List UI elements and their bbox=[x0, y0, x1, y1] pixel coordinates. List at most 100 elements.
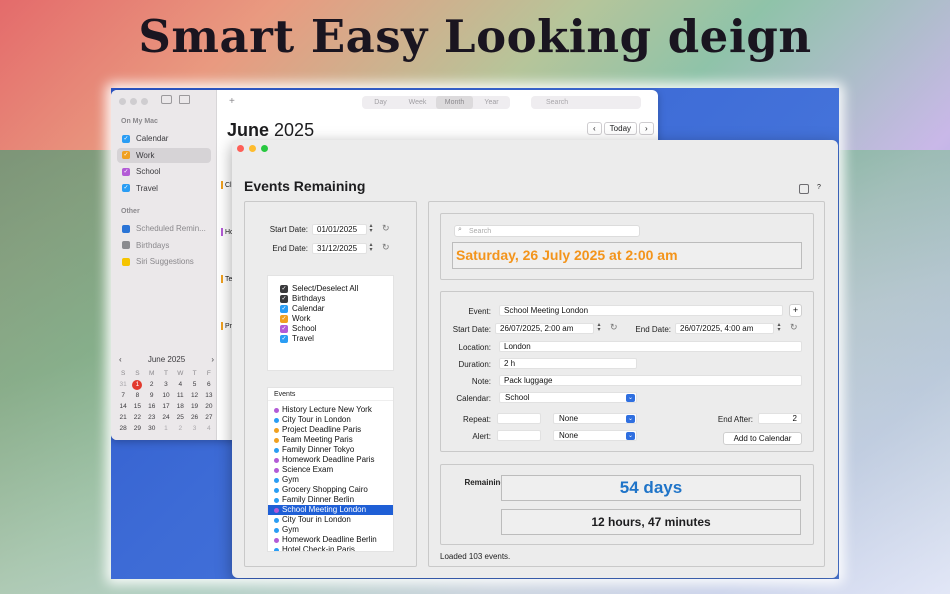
start-date-field[interactable]: 01/01/2025 bbox=[312, 224, 367, 235]
start-date-stepper[interactable]: ▴ ▾ bbox=[368, 223, 374, 235]
list-item[interactable]: Project Deadline Paris bbox=[268, 425, 393, 435]
mini-day[interactable]: 16 bbox=[145, 402, 159, 412]
mini-day[interactable]: 5 bbox=[187, 380, 201, 390]
close-icon[interactable] bbox=[119, 98, 126, 105]
sidebar-other-item[interactable]: Siri Suggestions bbox=[117, 254, 211, 269]
checkbox-icon[interactable]: ✓ bbox=[280, 294, 288, 303]
list-item[interactable]: Homework Deadline Berlin bbox=[268, 535, 393, 545]
mini-day[interactable]: 2 bbox=[173, 424, 187, 434]
mini-day[interactable]: 10 bbox=[159, 391, 173, 401]
end-date-stepper[interactable]: ▴ ▾ bbox=[368, 242, 374, 254]
mini-day[interactable]: 24 bbox=[159, 413, 173, 423]
reset-end-icon[interactable]: ↻ bbox=[382, 242, 390, 253]
checkbox-icon[interactable]: ✓ bbox=[122, 167, 130, 176]
mini-day[interactable]: 8 bbox=[130, 391, 144, 401]
repeat-count-field[interactable] bbox=[497, 413, 541, 424]
zoom-icon[interactable] bbox=[141, 98, 148, 105]
mini-day[interactable]: 12 bbox=[187, 391, 201, 401]
list-item[interactable]: Grocery Shopping Cairo bbox=[268, 485, 393, 495]
end-after-field[interactable]: 2 bbox=[758, 413, 802, 424]
list-item[interactable]: City Tour in London bbox=[268, 415, 393, 425]
checkbox-icon[interactable]: ✓ bbox=[280, 284, 288, 293]
mini-day[interactable]: 30 bbox=[145, 424, 159, 434]
today-button[interactable]: Today bbox=[603, 122, 638, 135]
alert-count-field[interactable] bbox=[497, 430, 541, 441]
mini-day[interactable]: 1 bbox=[159, 424, 173, 434]
mini-day[interactable]: 3 bbox=[159, 380, 173, 390]
checkbox-icon[interactable]: ✓ bbox=[280, 334, 288, 343]
mini-day[interactable]: 26 bbox=[187, 413, 201, 423]
mini-day[interactable]: 1 bbox=[132, 380, 143, 390]
mini-day[interactable]: 4 bbox=[202, 424, 216, 434]
list-item[interactable]: History Lecture New York bbox=[268, 405, 393, 415]
filter-item[interactable]: ✓ Work bbox=[280, 314, 311, 323]
reset-event-end-icon[interactable]: ↻ bbox=[790, 322, 798, 333]
mini-day[interactable]: 17 bbox=[159, 402, 173, 412]
mini-day[interactable]: 29 bbox=[130, 424, 144, 434]
mini-day[interactable]: 19 bbox=[187, 402, 201, 412]
mini-day[interactable]: 18 bbox=[173, 402, 187, 412]
view-tab-year[interactable]: Year bbox=[473, 96, 510, 109]
note-field[interactable]: Pack luggage bbox=[499, 375, 802, 386]
search-field[interactable]: Search bbox=[454, 225, 640, 237]
mini-prev-icon[interactable]: ‹ bbox=[119, 355, 122, 364]
close-icon[interactable] bbox=[237, 145, 244, 152]
filter-item[interactable]: ✓ Calendar bbox=[280, 304, 324, 313]
checkbox-icon[interactable]: ✓ bbox=[280, 324, 288, 333]
add-event-button[interactable]: + bbox=[789, 304, 802, 317]
sidebar-other-item[interactable]: Birthdays bbox=[117, 238, 211, 253]
event-snippet[interactable]: Pr bbox=[221, 322, 232, 330]
location-field[interactable]: London bbox=[499, 341, 802, 352]
mini-day[interactable]: 6 bbox=[202, 380, 216, 390]
checkbox-icon[interactable]: ✓ bbox=[280, 314, 288, 323]
event-start-field[interactable]: 26/07/2025, 2:00 am bbox=[495, 323, 594, 334]
sidebar-calendar-item[interactable]: ✓ School bbox=[117, 164, 211, 179]
mini-day[interactable]: 2 bbox=[145, 380, 159, 390]
minimize-icon[interactable] bbox=[130, 98, 137, 105]
mini-day[interactable]: 21 bbox=[116, 413, 130, 423]
filter-item[interactable]: ✓ Select/Deselect All bbox=[280, 284, 358, 293]
calendar-list-icon[interactable] bbox=[161, 95, 172, 104]
filter-item[interactable]: ✓ Travel bbox=[280, 334, 314, 343]
inbox-icon[interactable] bbox=[179, 95, 190, 104]
event-end-field[interactable]: 26/07/2025, 4:00 am bbox=[675, 323, 774, 334]
list-item[interactable]: Gym bbox=[268, 475, 393, 485]
checkbox-icon[interactable]: ✓ bbox=[122, 184, 130, 192]
event-snippet[interactable]: Te bbox=[221, 275, 232, 283]
list-item[interactable]: Gym bbox=[268, 525, 393, 535]
sidebar-calendar-item[interactable]: ✓ Work bbox=[117, 147, 211, 163]
filter-item[interactable]: ✓ School bbox=[280, 324, 316, 333]
mini-day[interactable]: 22 bbox=[130, 413, 144, 423]
list-item[interactable]: Family Dinner Berlin bbox=[268, 495, 393, 505]
prev-month-button[interactable]: ‹ bbox=[587, 122, 602, 135]
mini-day[interactable]: 23 bbox=[145, 413, 159, 423]
sidebar-calendar-item[interactable]: ✓ Calendar bbox=[117, 131, 211, 146]
filter-item[interactable]: ✓ Birthdays bbox=[280, 294, 325, 303]
mini-day[interactable]: 4 bbox=[173, 380, 187, 390]
mini-day[interactable]: 7 bbox=[116, 391, 130, 401]
mini-day[interactable]: 28 bbox=[116, 424, 130, 434]
sidebar-other-item[interactable]: Scheduled Remin... bbox=[117, 221, 211, 236]
list-item[interactable]: Science Exam bbox=[268, 465, 393, 475]
end-date-field[interactable]: 31/12/2025 bbox=[312, 243, 367, 254]
event-name-field[interactable]: School Meeting London bbox=[499, 305, 783, 316]
minimize-icon[interactable] bbox=[249, 145, 256, 152]
mini-day[interactable]: 14 bbox=[116, 402, 130, 412]
list-item[interactable]: Team Meeting Paris bbox=[268, 435, 393, 445]
reset-start-icon[interactable]: ↻ bbox=[382, 223, 390, 234]
mini-day[interactable]: 31 bbox=[116, 380, 130, 390]
event-snippet[interactable]: Cl bbox=[221, 181, 232, 189]
list-item[interactable]: Hotel Check-in Paris bbox=[268, 545, 393, 551]
help-icon[interactable]: ? bbox=[814, 184, 824, 194]
mini-next-icon[interactable]: › bbox=[211, 355, 214, 364]
event-start-stepper[interactable]: ▴ ▾ bbox=[596, 322, 602, 334]
reset-event-start-icon[interactable]: ↻ bbox=[610, 322, 618, 333]
list-item[interactable]: School Meeting London bbox=[268, 505, 393, 515]
repeat-select[interactable]: None ⌄ bbox=[553, 413, 637, 424]
mini-day[interactable]: 11 bbox=[173, 391, 187, 401]
mini-day[interactable]: 13 bbox=[202, 391, 216, 401]
checkbox-icon[interactable]: ✓ bbox=[122, 134, 130, 143]
calendar-icon[interactable] bbox=[799, 184, 809, 194]
event-end-stepper[interactable]: ▴ ▾ bbox=[776, 322, 782, 334]
mini-day[interactable]: 27 bbox=[202, 413, 216, 423]
